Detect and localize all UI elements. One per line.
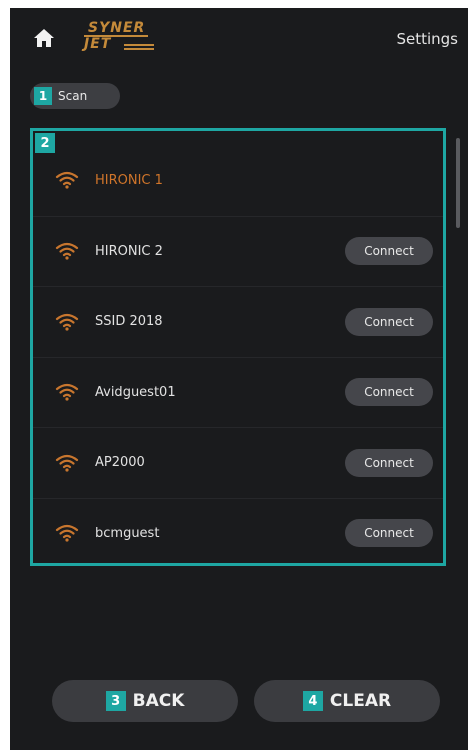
wifi-network-row[interactable]: AP2000 Connect (33, 427, 443, 497)
network-ssid: HIRONIC 1 (95, 172, 163, 188)
back-button[interactable]: 3 BACK (52, 680, 238, 722)
connect-button[interactable]: Connect (345, 519, 433, 547)
wifi-signal-icon (55, 524, 79, 542)
network-ssid: HIRONIC 2 (95, 243, 163, 259)
scan-button-label: Scan (58, 89, 88, 103)
list-scrollbar[interactable] (456, 138, 460, 228)
wifi-network-row[interactable]: SSID 2018 Connect (33, 286, 443, 356)
wifi-signal-icon (55, 383, 79, 401)
wifi-network-row[interactable]: Avidguest01 Connect (33, 356, 443, 427)
settings-screen: SYNER JET Settings 1 Scan 2 HIRONIC 1 HIR… (10, 8, 468, 750)
wifi-network-row[interactable]: HIRONIC 2 Connect (33, 215, 443, 286)
connect-button[interactable]: Connect (345, 448, 433, 477)
wifi-network-list: 2 HIRONIC 1 HIRONIC 2 Connect SSID 2018 Conn… (30, 128, 446, 566)
wifi-signal-icon (55, 242, 79, 260)
logo-line-1: SYNER (88, 20, 146, 36)
connect-button[interactable]: Connect (345, 378, 433, 406)
logo-stripe (84, 35, 148, 37)
clear-button-label: CLEAR (329, 691, 392, 711)
network-ssid: SSID 2018 (95, 314, 163, 329)
wifi-network-row[interactable]: bcmguest Connect (33, 497, 443, 568)
step-badge: 4 (302, 691, 323, 711)
logo-line-2: JET (84, 36, 112, 52)
connect-button[interactable]: Connect (345, 307, 433, 336)
network-ssid: Avidguest01 (95, 384, 176, 400)
logo-stripe (124, 48, 154, 50)
step-badge: 3 (105, 691, 126, 711)
network-ssid: AP2000 (95, 455, 145, 470)
wifi-signal-icon (55, 313, 79, 331)
wifi-signal-icon (55, 171, 79, 189)
clear-button[interactable]: 4 CLEAR (254, 680, 440, 722)
wifi-network-row[interactable]: HIRONIC 1 (33, 145, 443, 215)
syner-jet-logo: SYNER JET (80, 18, 158, 58)
page-title: Settings (396, 30, 458, 48)
step-badge: 1 (34, 87, 52, 105)
logo-stripe (124, 44, 154, 46)
scan-button[interactable]: 1 Scan (30, 83, 120, 109)
home-icon[interactable] (32, 26, 56, 50)
wifi-signal-icon (55, 454, 79, 472)
back-button-label: BACK (132, 691, 185, 711)
connect-button[interactable]: Connect (345, 237, 433, 265)
network-ssid: bcmguest (95, 525, 160, 541)
